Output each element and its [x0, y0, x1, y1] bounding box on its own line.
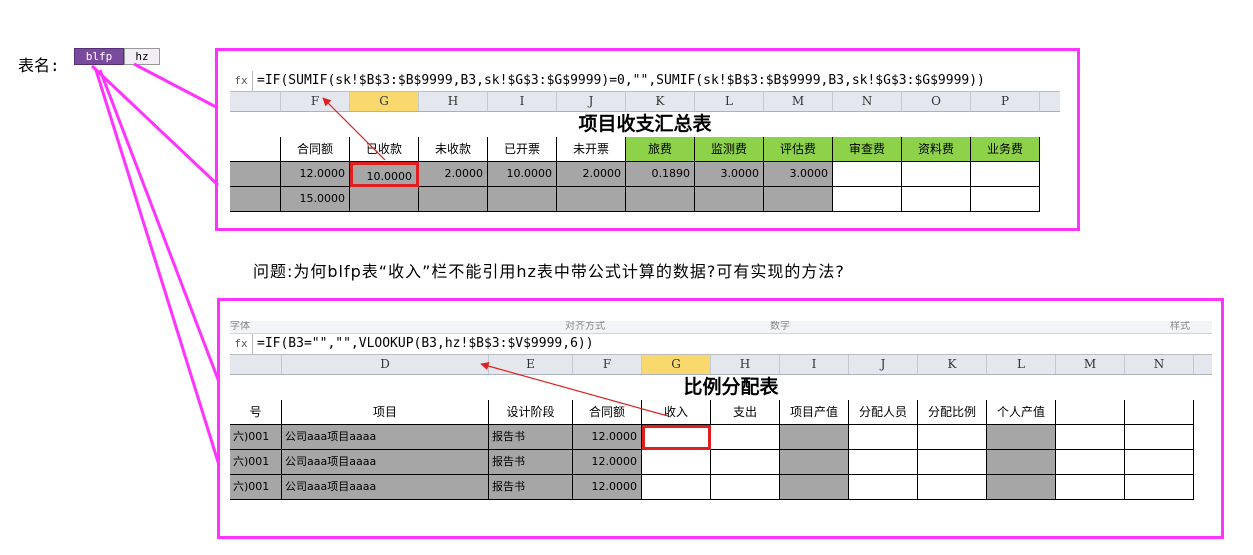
annotation-overlay — [90, 62, 669, 466]
magenta-connector-lines — [90, 62, 221, 466]
connector-blfp-to-top — [90, 64, 220, 187]
arrow-bottom-formula — [480, 361, 669, 417]
connector-hz-to-top — [133, 62, 219, 110]
arrow-top-formula — [322, 97, 386, 161]
connector-blfp-to-bottom-2 — [98, 69, 221, 383]
